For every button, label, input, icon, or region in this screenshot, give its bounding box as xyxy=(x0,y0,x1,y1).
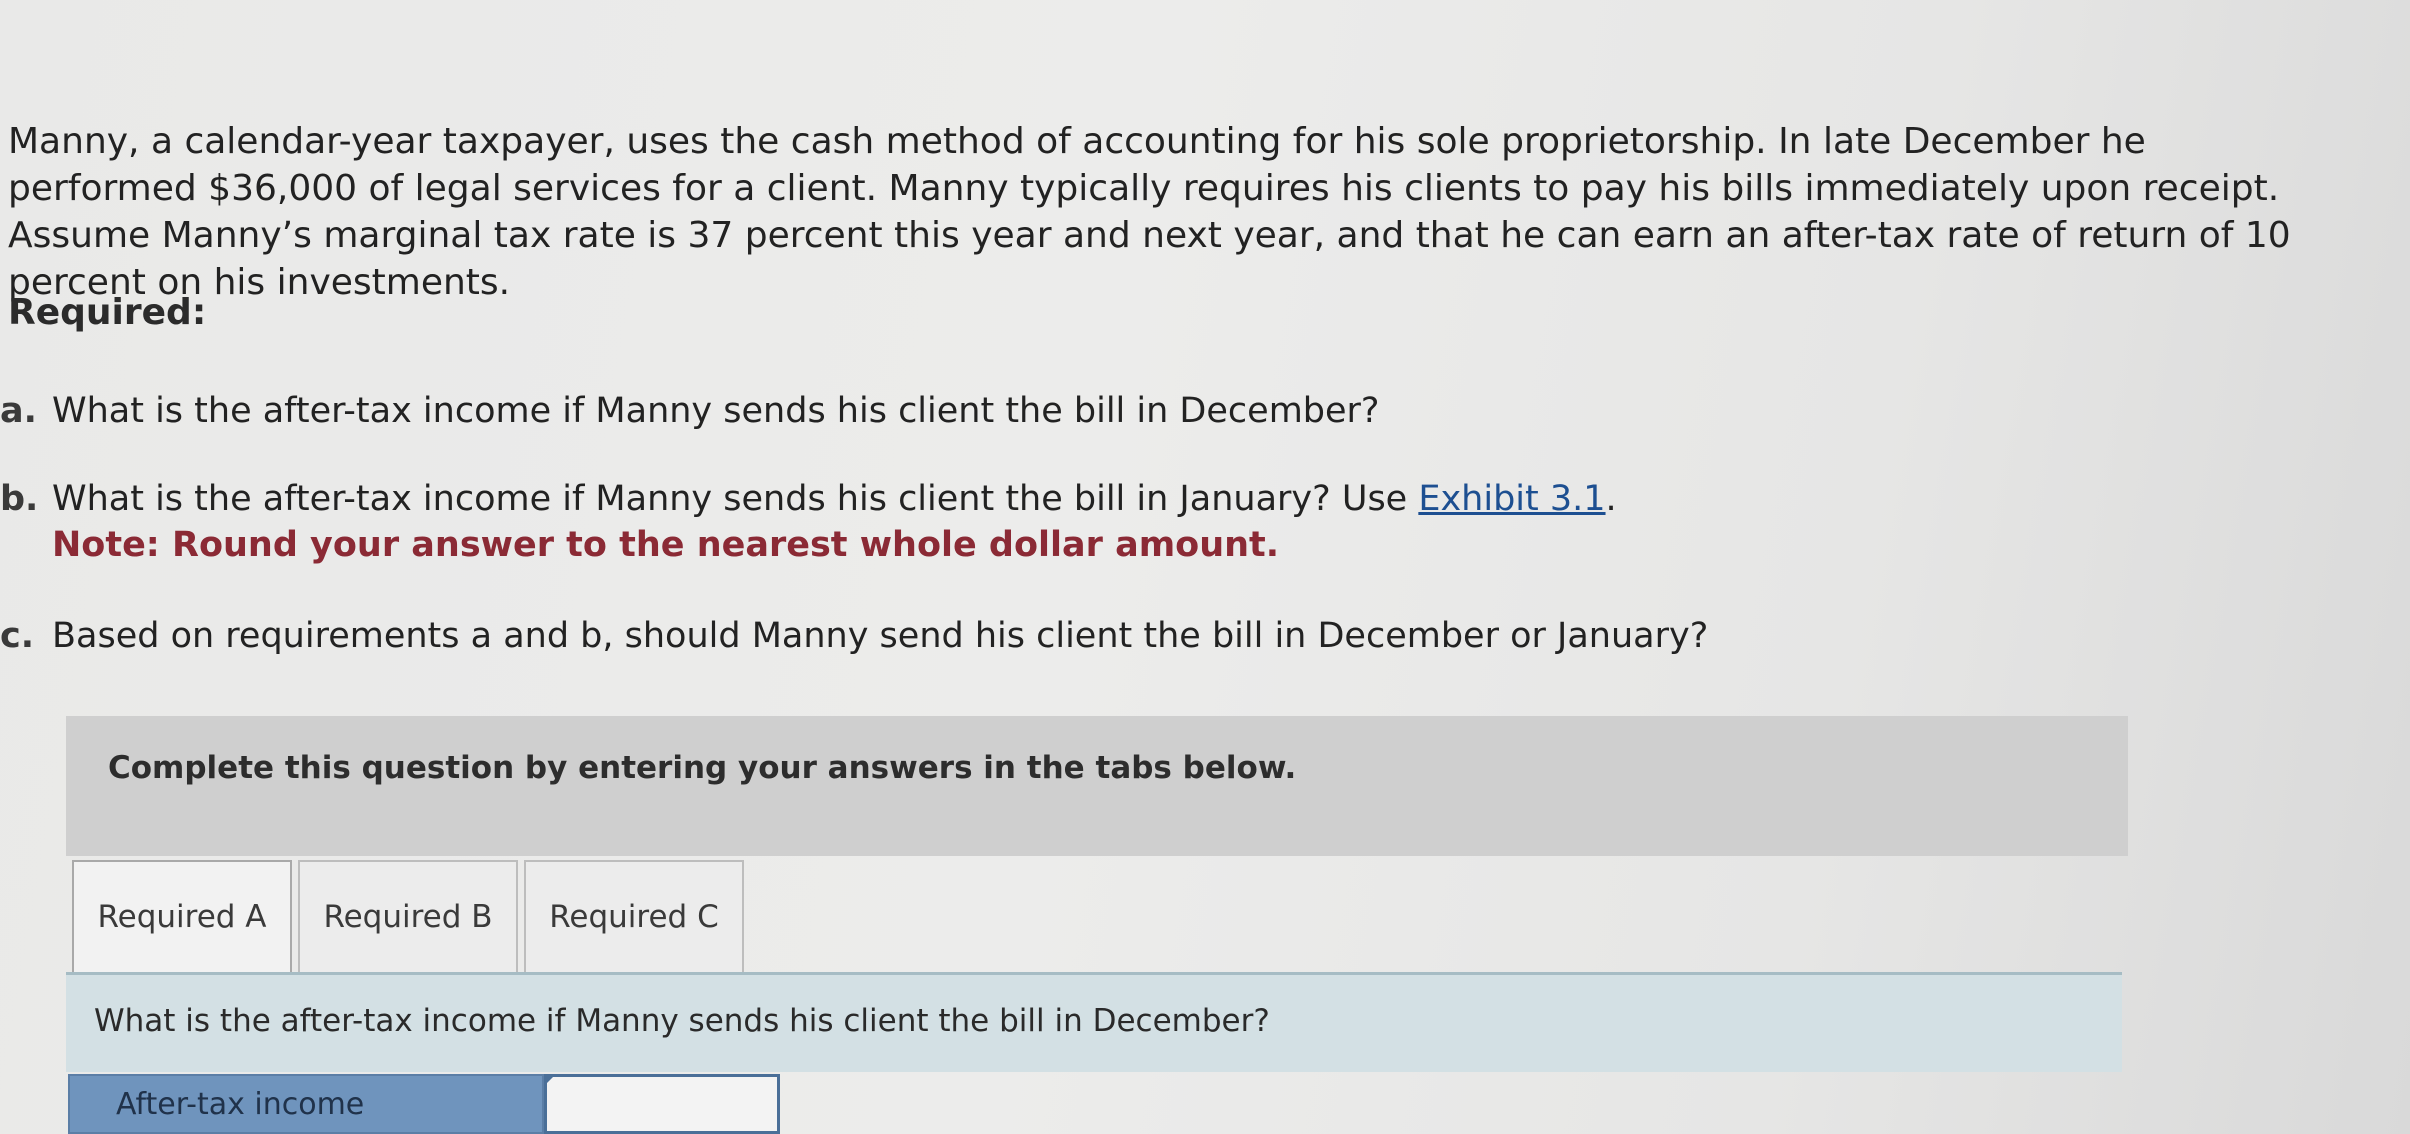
problem-intro: Manny, a calendar-year taxpayer, uses th… xyxy=(8,121,2291,303)
exhibit-link[interactable]: Exhibit 3.1 xyxy=(1418,479,1605,519)
tab-required-a[interactable]: Required A xyxy=(72,860,292,972)
requirement-text: What is the after-tax income if Manny se… xyxy=(52,479,1419,519)
input-corner-marker xyxy=(544,1074,556,1086)
requirement-b: b. What is the after-tax income if Manny… xyxy=(0,476,2200,568)
link-suffix: . xyxy=(1605,479,1617,519)
answer-row: After-tax income xyxy=(68,1074,780,1134)
requirement-letter: a. xyxy=(0,391,37,431)
requirement-letter: c. xyxy=(0,616,35,656)
requirement-a: a. What is the after-tax income if Manny… xyxy=(0,388,2200,434)
requirement-c: c. Based on requirements a and b, should… xyxy=(0,613,2200,659)
instruction-banner: Complete this question by entering your … xyxy=(66,716,2128,856)
tab-required-b[interactable]: Required B xyxy=(298,860,518,972)
required-heading: Required: xyxy=(8,292,207,333)
requirement-letter: b. xyxy=(0,479,39,519)
requirement-body: What is the after-tax income if Manny se… xyxy=(52,476,2200,568)
question-text: What is the after-tax income if Manny se… xyxy=(94,1003,1270,1039)
requirement-text: Based on requirements a and b, should Ma… xyxy=(52,616,1709,656)
requirement-text: What is the after-tax income if Manny se… xyxy=(52,391,1380,431)
after-tax-income-input[interactable] xyxy=(544,1074,780,1134)
rounding-note: Note: Round your answer to the nearest w… xyxy=(52,525,1280,565)
instruction-text: Complete this question by entering your … xyxy=(108,750,1297,786)
requirement-tabs: Required A Required B Required C xyxy=(72,860,744,972)
answer-label: After-tax income xyxy=(68,1074,544,1134)
tab-required-c[interactable]: Required C xyxy=(524,860,744,972)
question-panel: What is the after-tax income if Manny se… xyxy=(66,972,2122,1072)
